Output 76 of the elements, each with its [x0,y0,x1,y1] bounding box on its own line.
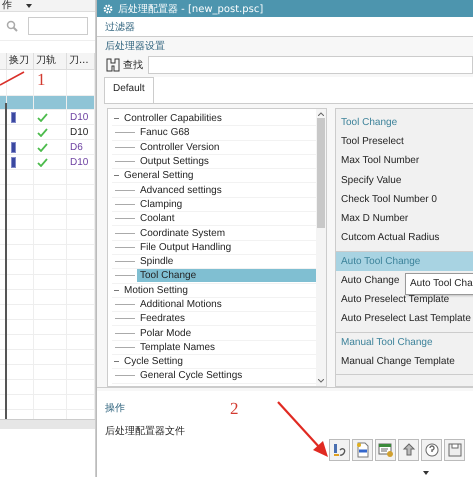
table-cell: D10 [70,126,88,138]
scroll-down-icon[interactable] [318,379,324,383]
column-header[interactable]: 刀轨 [34,53,67,69]
binoculars-icon [105,58,121,72]
collapse-icon[interactable] [112,173,121,178]
tree-item[interactable]: Fanuc G68 [137,126,192,140]
tree-item[interactable]: Motion Setting [121,284,191,297]
toolbar-button[interactable] [329,439,350,461]
section-title: 操作 [105,402,125,415]
tree-item[interactable]: Coordinate System [137,226,228,240]
tree-item[interactable]: Cycle Setting [121,355,186,368]
tree-item[interactable]: Coolant [137,212,178,226]
caret-icon[interactable] [423,471,429,475]
table-cell: D10 [70,156,88,168]
property-label: Manual Change Template [341,356,455,367]
scroll-up-icon[interactable] [318,112,324,116]
tree-item[interactable]: Template Names [137,340,218,354]
search-field[interactable] [148,56,473,74]
search-label: 查找 [123,58,143,72]
tree-item[interactable]: General Setting [121,169,196,182]
help-button[interactable] [421,439,442,461]
tree-item[interactable]: Additional Motions [137,298,225,311]
property-label: Auto Change [341,274,400,286]
menu-label[interactable]: 作 [2,0,12,11]
property-label: Max Tool Number [341,155,420,166]
tooltip: Auto Tool Cha [405,273,473,295]
section-header[interactable]: Tool Change [336,113,473,132]
column-header[interactable]: 换刀 [7,53,34,69]
gear-icon [103,4,113,14]
caret-icon[interactable] [26,4,32,8]
tree-item[interactable]: Controller Version [137,140,222,154]
tool-icon [332,442,348,458]
help-icon [424,442,440,458]
table-cell: D10 [70,112,88,122]
scrollbar[interactable] [316,109,326,386]
collapse-icon[interactable] [112,359,121,364]
filter-label[interactable]: 过滤器 [105,20,135,34]
property-label: Max D Number [341,213,408,224]
save-icon [446,442,462,458]
toolbar-button[interactable] [398,439,419,461]
up-arrow-icon [400,442,416,458]
tree-item[interactable]: Feedrates [137,312,188,326]
window-title: 后处理配置器 - [new_post.psc] [118,2,264,16]
tab[interactable]: Default [104,77,154,103]
collapse-icon[interactable] [112,288,121,293]
section-header[interactable]: Manual Tool Change [336,332,473,352]
scrollbar[interactable] [0,419,95,429]
annotation-number: 2 [230,399,238,419]
save-button[interactable] [444,439,465,461]
tree-item[interactable]: Advanced settings [137,184,225,197]
tree-item[interactable]: Controller Capabilities [121,112,225,126]
property-label: Tool Preselect [341,136,404,147]
tree-item[interactable]: Clamping [137,198,186,211]
input-field[interactable] [28,17,88,35]
property-label: Check Tool Number 0 [341,194,437,205]
tree-item[interactable]: General Cycle Settings [137,369,246,382]
tree-item[interactable]: File Output Handling [137,240,234,254]
property-label: Cutcom Actual Radius [341,232,440,244]
document-icon [354,442,370,458]
file-label: 后处理配置器文件 [105,424,185,438]
tree-item[interactable]: Spindle [137,255,176,268]
toolbar-button[interactable] [375,439,396,461]
section-title: 后处理器设置 [105,40,165,53]
list-window-icon [378,442,394,458]
property-label: Auto Preselect Last Template [341,313,471,324]
property-label: Auto Preselect Template [341,294,450,306]
table-cell: D6 [70,142,83,152]
property-label: Specify Value [341,174,402,186]
annotation-number: 1 [37,70,46,90]
column-header[interactable]: 刀... [67,53,95,69]
toolbar-button[interactable] [352,439,373,461]
tree-item[interactable]: Output Settings [137,155,212,168]
collapse-icon[interactable] [112,116,121,122]
arrow-icon [276,400,330,458]
tree-item[interactable]: Polar Mode [137,326,194,340]
tree-item[interactable]: Tool Change [137,269,316,282]
